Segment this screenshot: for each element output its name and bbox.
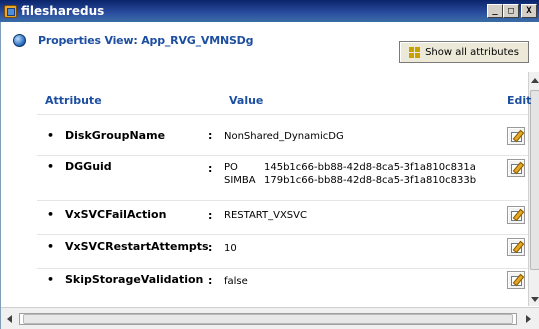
separator: :: [208, 209, 213, 222]
app-icon: [3, 4, 17, 18]
minimize-button[interactable]: _: [487, 4, 503, 18]
table-header: Attribute Value Edit: [45, 94, 531, 110]
attribute-value: 10: [224, 243, 237, 254]
bullet: •: [47, 129, 55, 142]
attribute-value: RESTART_VXSVC: [224, 210, 307, 221]
guid-value: 145b1c66-bb88-42d8-8ca5-3f1a810c831a: [264, 162, 476, 173]
attribute-value: NonShared_DynamicDG: [224, 131, 344, 142]
row-divider: [37, 268, 528, 269]
guid-line: SIMBA 179b1c66-bb88-42d8-8ca5-3f1a810c833…: [224, 175, 476, 186]
attribute-value: false: [224, 276, 248, 287]
maximize-button[interactable]: □: [503, 4, 519, 18]
bullet: •: [47, 240, 55, 253]
table-row: • DiskGroupName : NonShared_DynamicDG: [37, 125, 528, 165]
show-all-attributes-label: Show all attributes: [425, 46, 519, 58]
table-row: • SkipStorageValidation : false: [37, 271, 528, 305]
attribute-name: VxSVCRestartAttempts: [65, 240, 209, 253]
horizontal-scrollbar[interactable]: [1, 307, 539, 329]
scroll-right-icon[interactable]: [526, 315, 531, 323]
attribute-name: DGGuid: [65, 160, 112, 173]
properties-pane: Properties View: App_RVG_VMNSDg Show all…: [0, 22, 539, 329]
column-header-value: Value: [229, 94, 264, 107]
guid-value: 179b1c66-bb88-42d8-8ca5-3f1a810c833b: [264, 175, 477, 186]
attribute-name: VxSVCFailAction: [65, 208, 167, 221]
separator: :: [208, 129, 213, 142]
close-button[interactable]: X: [521, 4, 537, 18]
edit-icon[interactable]: [507, 271, 525, 289]
guid-system-label: SIMBA: [224, 175, 256, 186]
row-divider: [37, 234, 528, 235]
bullet: •: [47, 208, 55, 221]
scroll-up-icon[interactable]: [531, 78, 539, 83]
vertical-scrollbar[interactable]: [528, 72, 539, 306]
separator: :: [208, 274, 213, 287]
guid-system-label: PO: [224, 162, 238, 173]
bullet: •: [47, 273, 55, 286]
column-header-edit: Edit: [507, 94, 532, 107]
horizontal-scroll-thumb[interactable]: [23, 314, 513, 324]
window-controls: _ □ X: [487, 4, 537, 18]
properties-header: Properties View: App_RVG_VMNSDg: [13, 34, 253, 47]
table-row: • DGGuid : PO 145b1c66-bb88-42d8-8ca5-3f1…: [37, 159, 528, 206]
window-title: filesharedus: [21, 4, 105, 18]
properties-title: Properties View: App_RVG_VMNSDg: [38, 34, 254, 47]
attribute-name: DiskGroupName: [65, 129, 166, 142]
edit-icon[interactable]: [507, 127, 525, 145]
attribute-name: SkipStorageValidation: [65, 273, 204, 286]
guid-line: PO 145b1c66-bb88-42d8-8ca5-3f1a810c831a: [224, 162, 476, 173]
header-divider: [37, 114, 528, 115]
attributes-grid-icon: [409, 46, 421, 58]
row-divider: [37, 200, 528, 201]
row-divider: [37, 155, 528, 156]
scroll-left-icon[interactable]: [7, 315, 12, 323]
table-row: • VxSVCRestartAttempts : 10: [37, 238, 528, 272]
separator: :: [208, 241, 213, 254]
title-bar[interactable]: filesharedus _ □ X: [0, 0, 539, 22]
edit-icon[interactable]: [507, 238, 525, 256]
separator: :: [208, 162, 213, 175]
scroll-down-icon[interactable]: [531, 297, 539, 302]
edit-icon[interactable]: [507, 206, 525, 224]
column-header-attribute: Attribute: [45, 94, 102, 107]
table-row: • VxSVCFailAction : RESTART_VXSVC: [37, 206, 528, 240]
vertical-scroll-thumb[interactable]: [530, 90, 539, 270]
globe-icon: [13, 34, 26, 47]
edit-icon[interactable]: [507, 159, 525, 177]
show-all-attributes-button[interactable]: Show all attributes: [399, 41, 529, 63]
bullet: •: [47, 160, 55, 173]
